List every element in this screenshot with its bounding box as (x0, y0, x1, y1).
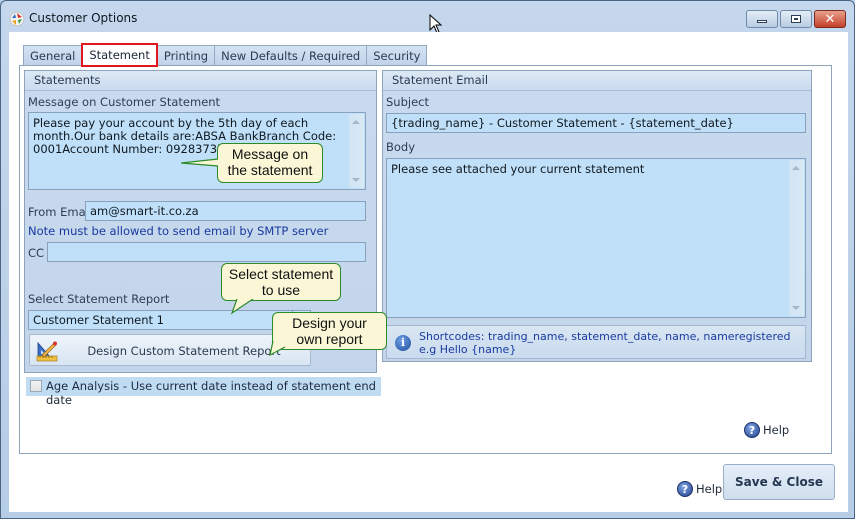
body-scrollbar[interactable] (789, 160, 804, 316)
cc-input[interactable] (47, 242, 366, 262)
callout-message-tail (181, 158, 219, 167)
statement-email-header: Statement Email (383, 71, 811, 91)
statement-tab-page: Statements Message on Customer Statement… (19, 65, 832, 454)
statement-report-value: Customer Statement 1 (33, 313, 165, 327)
tab-security[interactable]: Security (366, 45, 428, 66)
app-logo-icon (9, 11, 25, 27)
info-icon: i (395, 335, 411, 351)
from-email-input[interactable]: am@smart-it.co.za (85, 201, 366, 221)
tab-new-defaults-required[interactable]: New Defaults / Required (214, 45, 368, 66)
tab-statement[interactable]: Statement (81, 43, 158, 67)
minimize-button[interactable] (746, 10, 778, 28)
age-analysis-row[interactable]: Age Analysis - Use current date instead … (26, 377, 381, 407)
shortcodes-text: Shortcodes: trading_name, statement_date… (419, 330, 790, 356)
tab-general[interactable]: General (23, 45, 83, 66)
callout-message-text: Message on the statement (227, 146, 313, 178)
minimize-icon (757, 19, 767, 23)
tab-help-link[interactable]: ? Help (744, 422, 789, 438)
callout-design-tail (269, 341, 286, 357)
scroll-down-icon[interactable] (792, 306, 800, 310)
select-report-label: Select Statement Report (28, 292, 170, 306)
statements-group-header: Statements (25, 71, 376, 91)
help-icon: ? (677, 481, 693, 497)
scroll-up-icon[interactable] (792, 166, 800, 170)
callout-select-tail (230, 299, 254, 315)
message-label: Message on Customer Statement (28, 95, 221, 109)
smtp-note: Note must be allowed to send email by SM… (28, 224, 329, 238)
age-analysis-label: Age Analysis - Use current date instead … (46, 379, 376, 407)
close-icon: ✕ (824, 11, 836, 27)
title-bar[interactable]: Customer Options ✕ (1, 1, 854, 35)
maximize-button[interactable] (780, 10, 812, 28)
help-label: Help (696, 482, 723, 496)
callout-design: Design your own report (272, 312, 387, 350)
callout-select-text: Select statement to use (228, 266, 334, 298)
shortcodes-line-1: Shortcodes: trading_name, statement_date… (419, 330, 791, 343)
help-link[interactable]: ? Help (677, 481, 722, 497)
scroll-up-icon[interactable] (352, 120, 360, 124)
close-button[interactable]: ✕ (814, 10, 846, 28)
from-email-label: From Email (28, 205, 93, 219)
save-close-button[interactable]: Save & Close (723, 464, 835, 500)
dialog-body: General Statement Printing New Defaults … (9, 32, 848, 512)
help-icon: ? (744, 422, 760, 438)
statement-email-group: Statement Email Subject {trading_name} -… (382, 70, 812, 362)
customer-options-window: Customer Options ✕ General Statement Pri… (0, 0, 855, 519)
body-label: Body (386, 140, 416, 154)
message-scrollbar[interactable] (349, 114, 364, 188)
statement-report-select[interactable]: Customer Statement 1 (28, 310, 311, 330)
body-text: Please see attached your current stateme… (391, 162, 645, 176)
subject-label: Subject (386, 95, 429, 109)
subject-input[interactable]: {trading_name} - Customer Statement - {s… (386, 113, 806, 133)
mouse-cursor-icon (429, 14, 443, 34)
tab-help-label: Help (763, 423, 790, 437)
shortcodes-line-2: e.g Hello {name} (419, 343, 517, 356)
shortcodes-info: i Shortcodes: trading_name, statement_da… (386, 325, 806, 359)
window-title: Customer Options (29, 11, 138, 25)
tab-printing[interactable]: Printing (156, 45, 216, 66)
tab-strip: General Statement Printing New Defaults … (23, 43, 428, 67)
age-analysis-checkbox[interactable] (30, 380, 42, 392)
cc-label: CC (28, 246, 45, 260)
callout-design-text: Design your own report (292, 315, 367, 347)
callout-select: Select statement to use (221, 263, 341, 301)
maximize-icon (791, 15, 801, 23)
design-button-label: Design Custom Statement Report (87, 344, 281, 358)
body-textarea[interactable]: Please see attached your current stateme… (386, 158, 806, 318)
scroll-down-icon[interactable] (352, 178, 360, 182)
callout-message: Message on the statement (217, 143, 323, 183)
